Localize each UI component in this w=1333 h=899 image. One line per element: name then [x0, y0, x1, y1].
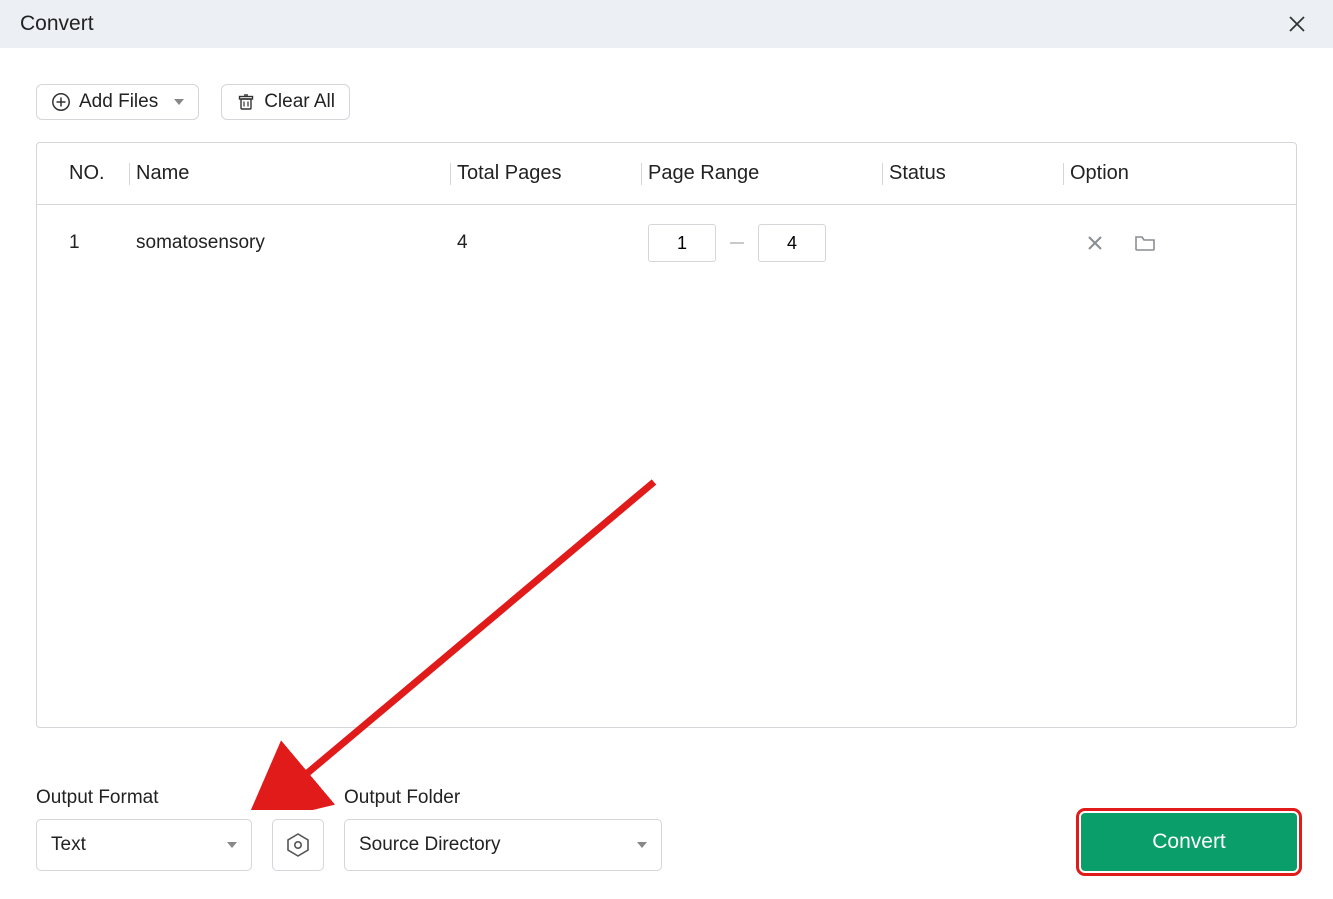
column-separator: [882, 163, 883, 185]
hexagon-settings-icon: [285, 832, 311, 858]
output-settings-button[interactable]: [272, 819, 324, 871]
toolbar: Add Files Clear All: [36, 84, 1297, 120]
column-separator: [129, 163, 130, 185]
open-folder-button[interactable]: [1134, 234, 1156, 252]
table-row: 1 somatosensory 4: [37, 205, 1296, 281]
page-range-to-input[interactable]: [758, 224, 826, 262]
row-option-icons: [1070, 234, 1274, 252]
x-icon: [1086, 234, 1104, 252]
chevron-down-icon: [637, 842, 647, 848]
convert-label: Convert: [1152, 830, 1226, 854]
plus-circle-icon: [51, 92, 71, 112]
table-header: NO. Name Total Pages Page Range Status O…: [37, 143, 1296, 205]
page-range-inputs: [648, 224, 884, 262]
chevron-down-icon: [174, 99, 184, 105]
convert-button[interactable]: Convert: [1081, 813, 1297, 871]
close-button[interactable]: [1281, 8, 1313, 40]
folder-icon: [1134, 234, 1156, 252]
page-range-from-input[interactable]: [648, 224, 716, 262]
range-dash: [730, 242, 744, 244]
cell-name: somatosensory: [132, 232, 452, 254]
column-separator: [450, 163, 451, 185]
header-total-pages: Total Pages: [453, 162, 643, 185]
header-status: Status: [885, 162, 1065, 185]
output-format-group: Output Format Text: [36, 787, 252, 871]
output-format-label: Output Format: [36, 787, 252, 809]
clear-all-label: Clear All: [264, 91, 335, 113]
trash-icon: [236, 92, 256, 112]
add-files-button[interactable]: Add Files: [36, 84, 199, 120]
column-separator: [1063, 163, 1064, 185]
output-format-value: Text: [51, 834, 86, 856]
files-table: NO. Name Total Pages Page Range Status O…: [36, 142, 1297, 728]
output-folder-group: Output Folder Source Directory: [344, 787, 662, 871]
header-no: NO.: [59, 162, 131, 185]
header-page-range: Page Range: [644, 162, 884, 185]
output-format-select[interactable]: Text: [36, 819, 252, 871]
cell-no: 1: [59, 232, 131, 254]
window-title: Convert: [20, 12, 94, 36]
add-files-label: Add Files: [79, 91, 158, 113]
close-icon: [1288, 15, 1306, 33]
column-separator: [641, 163, 642, 185]
header-option: Option: [1066, 162, 1274, 185]
header-name: Name: [132, 162, 452, 185]
output-folder-label: Output Folder: [344, 787, 662, 809]
clear-all-button[interactable]: Clear All: [221, 84, 350, 120]
cell-total-pages: 4: [453, 232, 643, 254]
title-bar: Convert: [0, 0, 1333, 48]
bottom-bar: Output Format Text Output Folder Source …: [36, 787, 1297, 871]
remove-row-button[interactable]: [1086, 234, 1104, 252]
chevron-down-icon: [227, 842, 237, 848]
output-folder-select[interactable]: Source Directory: [344, 819, 662, 871]
content-area: Add Files Clear All NO. Name Total Pages…: [0, 48, 1333, 899]
output-folder-value: Source Directory: [359, 834, 501, 856]
